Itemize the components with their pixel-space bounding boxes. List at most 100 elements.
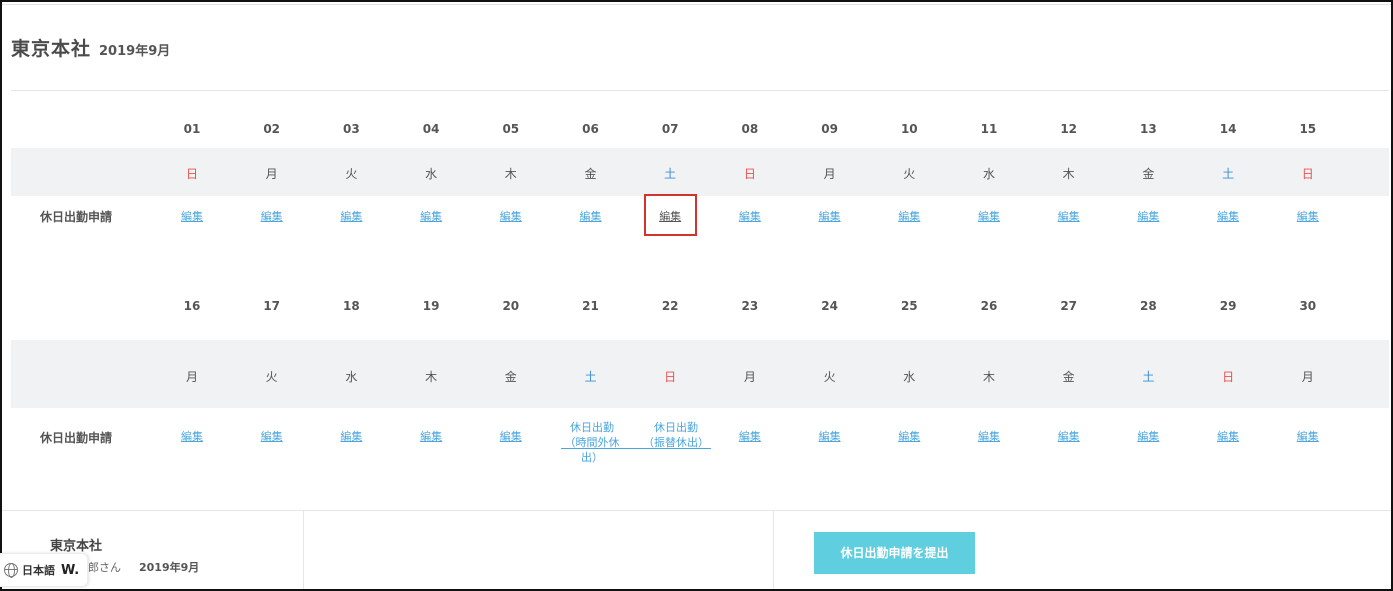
edit-link[interactable]: 編集 bbox=[1039, 208, 1099, 224]
day-number: 09 bbox=[821, 122, 838, 136]
edit-link[interactable]: 編集 bbox=[561, 208, 621, 224]
holiday-request-link-22[interactable]: 休日出勤 （振替休出） bbox=[641, 420, 711, 450]
edit-link[interactable]: 編集 bbox=[401, 428, 461, 444]
edit-link[interactable]: 編集 bbox=[1118, 428, 1178, 444]
edit-link[interactable]: 編集 bbox=[800, 208, 860, 224]
day-number: 25 bbox=[900, 299, 918, 313]
edit-link[interactable]: 編集 bbox=[162, 428, 222, 444]
day-of-week: 木 bbox=[982, 370, 995, 384]
footer-office-name: 東京本社 bbox=[50, 539, 103, 554]
day-number: 26 bbox=[980, 299, 998, 313]
day-of-week: 金 bbox=[504, 370, 517, 384]
language-switcher[interactable]: 日本語 W. bbox=[0, 553, 88, 587]
day-number: 13 bbox=[1140, 122, 1157, 136]
day-number: 19 bbox=[422, 299, 440, 313]
day-number: 10 bbox=[900, 122, 918, 136]
row-label-week2: 休日出勤申請 bbox=[40, 431, 113, 445]
edit-link[interactable]: 編集 bbox=[242, 428, 302, 444]
day-number: 29 bbox=[1219, 299, 1237, 313]
day-of-week: 火 bbox=[903, 167, 916, 181]
edit-link[interactable]: 編集 bbox=[1198, 208, 1258, 224]
day-of-week: 水 bbox=[345, 370, 358, 384]
top-divider bbox=[2, 4, 1391, 5]
edit-link[interactable]: 編集 bbox=[401, 208, 461, 224]
day-number: 14 bbox=[1219, 122, 1237, 136]
day-of-week: 火 bbox=[823, 370, 836, 384]
day-of-week: 金 bbox=[1062, 370, 1075, 384]
day-of-week: 月 bbox=[1301, 370, 1314, 384]
day-of-week: 日 bbox=[185, 167, 198, 181]
holiday-request-21-line2: （時間外休出） bbox=[564, 436, 620, 464]
day-number: 18 bbox=[343, 299, 360, 313]
edit-link[interactable]: 編集 bbox=[800, 428, 860, 444]
day-of-week: 火 bbox=[345, 167, 358, 181]
edit-link[interactable]: 編集 bbox=[1278, 208, 1338, 224]
day-of-week: 日 bbox=[664, 370, 677, 384]
edit-link[interactable]: 編集 bbox=[321, 208, 381, 224]
day-of-week: 金 bbox=[584, 167, 597, 181]
day-number: 16 bbox=[183, 299, 201, 313]
day-of-week: 土 bbox=[664, 167, 677, 181]
edit-link[interactable]: 編集 bbox=[959, 208, 1019, 224]
day-of-week: 木 bbox=[425, 370, 438, 384]
footer-user-name: 郎さん bbox=[88, 561, 121, 574]
edit-link[interactable]: 編集 bbox=[879, 208, 939, 224]
day-of-week: 火 bbox=[265, 370, 278, 384]
edit-link[interactable]: 編集 bbox=[162, 208, 222, 224]
day-number: 07 bbox=[661, 122, 679, 136]
globe-icon bbox=[4, 563, 18, 578]
day-number: 04 bbox=[422, 122, 440, 136]
day-number: 11 bbox=[980, 122, 998, 136]
day-number: 02 bbox=[263, 122, 281, 136]
edit-link[interactable]: 編集 bbox=[1118, 208, 1178, 224]
day-of-week: 日 bbox=[743, 167, 756, 181]
highlight-box bbox=[644, 194, 697, 236]
day-of-week: 水 bbox=[903, 370, 916, 384]
edit-link[interactable]: 編集 bbox=[720, 208, 780, 224]
day-of-week: 土 bbox=[1142, 370, 1155, 384]
day-number: 15 bbox=[1299, 122, 1317, 136]
day-number: 20 bbox=[502, 299, 520, 313]
edit-link[interactable]: 編集 bbox=[321, 428, 381, 444]
day-of-week: 月 bbox=[265, 167, 278, 181]
edit-link[interactable]: 編集 bbox=[1278, 428, 1338, 444]
day-number: 12 bbox=[1060, 122, 1078, 136]
language-label: 日本語 bbox=[22, 564, 55, 577]
day-of-week: 水 bbox=[982, 167, 995, 181]
submit-holiday-request-button[interactable]: 休日出勤申請を提出 bbox=[814, 532, 975, 574]
day-of-week: 土 bbox=[584, 370, 597, 384]
day-number: 22 bbox=[661, 299, 679, 313]
day-number: 08 bbox=[741, 122, 759, 136]
day-of-week: 日 bbox=[1301, 167, 1314, 181]
day-of-week: 月 bbox=[743, 370, 756, 384]
edit-link[interactable]: 編集 bbox=[720, 428, 780, 444]
edit-link[interactable]: 編集 bbox=[481, 208, 541, 224]
holiday-request-link-21[interactable]: 休日出勤 （時間外休出） bbox=[561, 420, 623, 465]
edit-link[interactable]: 編集 bbox=[959, 428, 1019, 444]
edit-link[interactable]: 編集 bbox=[242, 208, 302, 224]
day-number: 03 bbox=[343, 122, 360, 136]
holiday-links-underline bbox=[561, 448, 711, 449]
day-number: 01 bbox=[183, 122, 201, 136]
edit-link[interactable]: 編集 bbox=[481, 428, 541, 444]
day-of-week: 月 bbox=[823, 167, 836, 181]
day-of-week: 土 bbox=[1222, 167, 1235, 181]
day-number: 21 bbox=[582, 299, 599, 313]
day-number: 05 bbox=[502, 122, 520, 136]
office-name: 東京本社 bbox=[11, 38, 92, 60]
edit-link[interactable]: 編集 bbox=[1198, 428, 1258, 444]
footer-panel bbox=[2, 510, 1391, 589]
day-of-week: 木 bbox=[504, 167, 517, 181]
day-number: 27 bbox=[1060, 299, 1078, 313]
header-divider bbox=[11, 90, 1389, 91]
footer-divider-1 bbox=[303, 510, 304, 589]
row-label-week1: 休日出勤申請 bbox=[40, 210, 113, 224]
month-label: 2019年9月 bbox=[99, 44, 171, 59]
edit-link[interactable]: 編集 bbox=[1039, 428, 1099, 444]
day-number: 06 bbox=[582, 122, 599, 136]
day-number: 28 bbox=[1140, 299, 1157, 313]
day-of-week: 日 bbox=[1222, 370, 1235, 384]
day-number: 24 bbox=[821, 299, 838, 313]
footer-divider-2 bbox=[773, 510, 774, 589]
edit-link[interactable]: 編集 bbox=[879, 428, 939, 444]
